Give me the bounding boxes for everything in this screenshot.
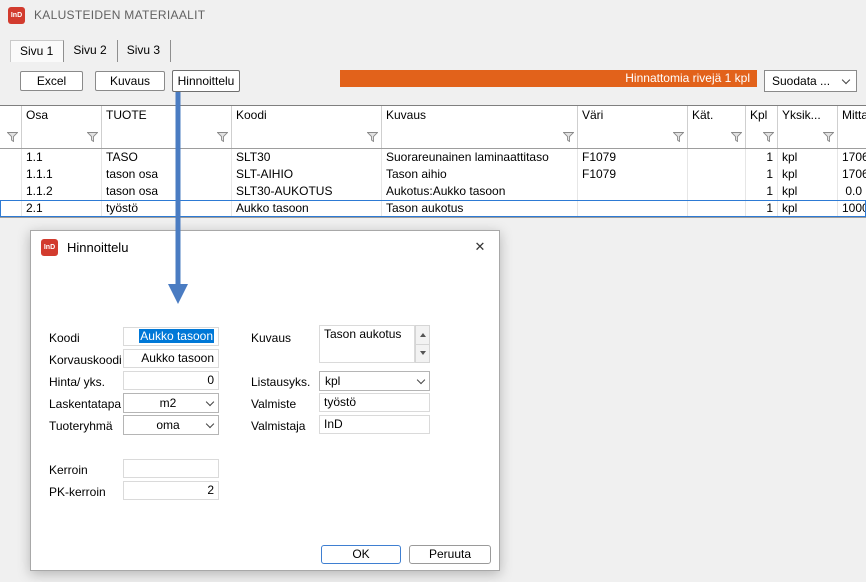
header-osa[interactable]: Osa bbox=[22, 106, 102, 148]
annotation-arrow bbox=[160, 92, 200, 306]
laskentatapa-dropdown[interactable]: m2 bbox=[123, 393, 219, 413]
table-row[interactable]: 1.1 TASO SLT30 Suorareunainen laminaatti… bbox=[0, 149, 866, 166]
hinta-input[interactable]: 0 bbox=[123, 371, 219, 390]
koodi-input[interactable]: Aukko tasoon bbox=[123, 327, 219, 346]
header-row-selector[interactable] bbox=[0, 106, 22, 148]
ok-button[interactable]: OK bbox=[321, 545, 401, 564]
pk-kerroin-input[interactable]: 2 bbox=[123, 481, 219, 500]
tab-sivu-1[interactable]: Sivu 1 bbox=[10, 40, 64, 62]
spinner-down-button[interactable] bbox=[416, 344, 429, 363]
chevron-down-icon bbox=[206, 397, 214, 405]
table-header-row: Osa TUOTE Koodi Kuvaus Väri Kät. Kpl Yk bbox=[0, 106, 866, 149]
header-koodi[interactable]: Koodi bbox=[232, 106, 382, 148]
chevron-down-icon bbox=[206, 419, 214, 427]
suodata-dropdown[interactable]: Suodata ... bbox=[764, 70, 857, 92]
header-yksik[interactable]: Yksik... bbox=[778, 106, 838, 148]
korvauskoodi-label: Korvauskoodi bbox=[49, 353, 122, 367]
filter-funnel-icon[interactable] bbox=[673, 131, 684, 145]
hinta-label: Hinta/ yks. bbox=[49, 375, 105, 389]
table-row[interactable]: 1.1.1 tason osa SLT-AIHIO Tason aihio F1… bbox=[0, 166, 866, 183]
tuoteryhma-label: Tuoteryhmä bbox=[49, 419, 113, 433]
koodi-label: Koodi bbox=[49, 331, 80, 345]
listausyks-dropdown[interactable]: kpl bbox=[319, 371, 430, 391]
chevron-down-icon bbox=[842, 75, 850, 83]
table-row[interactable]: 1.1.2 tason osa SLT30-AUKOTUS Aukotus:Au… bbox=[0, 183, 866, 200]
filter-funnel-icon[interactable] bbox=[763, 131, 774, 145]
filter-funnel-icon[interactable] bbox=[367, 131, 378, 145]
listausyks-label: Listausyks. bbox=[251, 375, 310, 389]
header-kpl[interactable]: Kpl bbox=[746, 106, 778, 148]
dialog-titlebar: InD Hinnoittelu ✕ bbox=[31, 231, 499, 263]
kuvaus-label: Kuvaus bbox=[251, 331, 291, 345]
filter-funnel-icon[interactable] bbox=[731, 131, 742, 145]
laskentatapa-label: Laskentatapa bbox=[49, 397, 121, 411]
page-tabs: Sivu 1 Sivu 2 Sivu 3 bbox=[10, 40, 171, 62]
filter-funnel-icon[interactable] bbox=[563, 131, 574, 145]
korvauskoodi-input[interactable]: Aukko tasoon bbox=[123, 349, 219, 368]
dialog-title: Hinnoittelu bbox=[67, 240, 128, 255]
table-row-selected[interactable]: 2.1 työstö Aukko tasoon Tason aukotus 1 … bbox=[0, 200, 866, 217]
filter-funnel-icon[interactable] bbox=[87, 131, 98, 145]
header-vari[interactable]: Väri bbox=[578, 106, 688, 148]
triangle-up-icon bbox=[420, 333, 426, 337]
tuoteryhma-dropdown[interactable]: oma bbox=[123, 415, 219, 435]
pk-kerroin-label: PK-kerroin bbox=[49, 485, 106, 499]
koodi-selected-text: Aukko tasoon bbox=[139, 329, 214, 343]
filter-funnel-icon[interactable] bbox=[7, 131, 18, 145]
filter-funnel-icon[interactable] bbox=[823, 131, 834, 145]
kerroin-input[interactable] bbox=[123, 459, 219, 478]
window-title: KALUSTEIDEN MATERIAALIT bbox=[34, 8, 205, 22]
materials-table: Osa TUOTE Koodi Kuvaus Väri Kät. Kpl Yk bbox=[0, 105, 866, 218]
kuvaus-button[interactable]: Kuvaus bbox=[95, 71, 165, 91]
dialog-logo-icon: InD bbox=[41, 239, 58, 256]
unpriced-rows-banner: Hinnattomia rivejä 1 kpl bbox=[340, 70, 757, 87]
excel-button[interactable]: Excel bbox=[20, 71, 83, 91]
valmistaja-label: Valmistaja bbox=[251, 419, 305, 433]
kerroin-label: Kerroin bbox=[49, 463, 88, 477]
peruuta-button[interactable]: Peruuta bbox=[409, 545, 491, 564]
valmiste-label: Valmiste bbox=[251, 397, 296, 411]
header-kat[interactable]: Kät. bbox=[688, 106, 746, 148]
filter-funnel-icon[interactable] bbox=[217, 131, 228, 145]
valmiste-input[interactable]: työstö bbox=[319, 393, 430, 412]
hinnoittelu-button[interactable]: Hinnoittelu bbox=[172, 70, 240, 92]
header-mitta[interactable]: Mitta bbox=[838, 106, 866, 148]
suodata-dropdown-value: Suodata ... bbox=[772, 74, 830, 88]
spinner-up-button[interactable] bbox=[416, 326, 429, 344]
kuvaus-textarea[interactable]: Tason aukotus bbox=[319, 325, 415, 363]
header-kuvaus[interactable]: Kuvaus bbox=[382, 106, 578, 148]
window-titlebar: InD KALUSTEIDEN MATERIAALIT bbox=[0, 0, 866, 30]
kuvaus-spinner bbox=[415, 325, 430, 363]
close-icon[interactable]: ✕ bbox=[471, 238, 489, 256]
valmistaja-input[interactable]: InD bbox=[319, 415, 430, 434]
hinnoittelu-dialog: InD Hinnoittelu ✕ Koodi Korvauskoodi Hin… bbox=[30, 230, 500, 571]
triangle-down-icon bbox=[420, 351, 426, 355]
app-logo-icon: InD bbox=[8, 7, 25, 24]
tab-sivu-3[interactable]: Sivu 3 bbox=[118, 40, 171, 62]
chevron-down-icon bbox=[417, 375, 425, 383]
tab-sivu-2[interactable]: Sivu 2 bbox=[64, 40, 117, 62]
